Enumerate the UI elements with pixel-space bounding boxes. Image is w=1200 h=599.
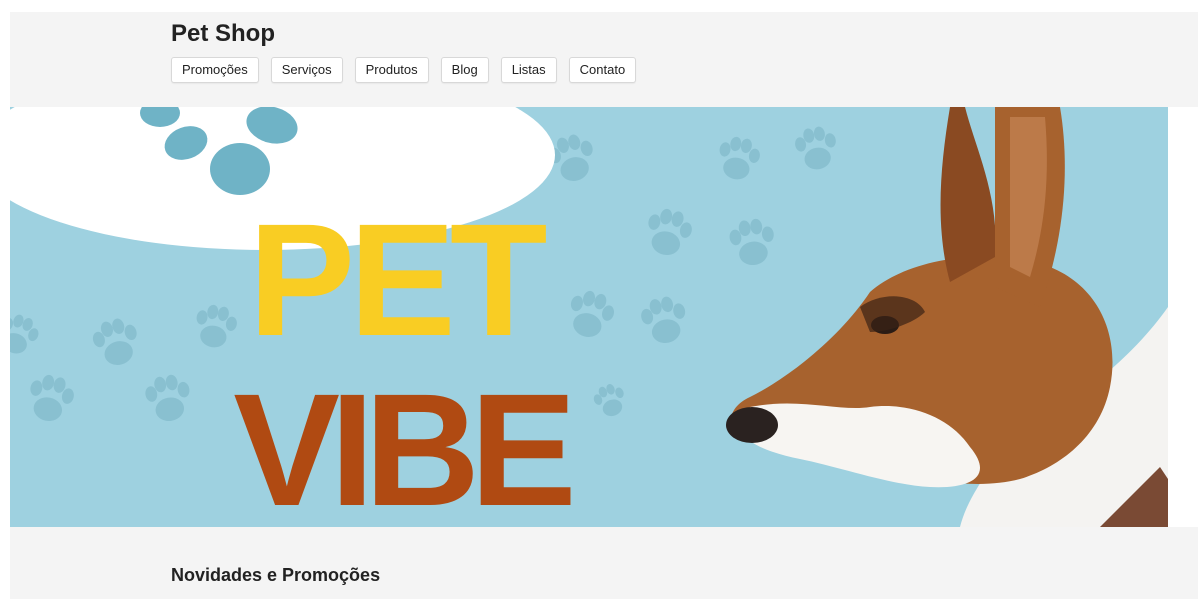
banner-text-vibe: VIBE (233, 360, 571, 527)
nav-button-servicos[interactable]: Serviços (270, 57, 343, 83)
site-title: Pet Shop (171, 20, 276, 47)
site-header: Pet Shop Promoções Serviços Produtos Blo… (10, 12, 1198, 107)
nav-button-promocoes[interactable]: Promoções (171, 57, 259, 83)
main-nav: Promoções Serviços Produtos Blog Listas … (171, 57, 637, 83)
nav-button-blog[interactable]: Blog (440, 57, 489, 83)
nav-button-listas[interactable]: Listas (500, 57, 557, 83)
page: Pet Shop Promoções Serviços Produtos Blo… (0, 0, 1200, 599)
hero-banner-image: PET VIBE (10, 107, 1168, 527)
nav-button-contato[interactable]: Contato (568, 57, 637, 83)
news-section: Novidades e Promoções (10, 527, 1198, 599)
nav-button-produtos[interactable]: Produtos (354, 57, 429, 83)
hero-banner: PET VIBE (10, 107, 1168, 527)
section-title: Novidades e Promoções (171, 565, 381, 585)
banner-text-pet: PET (248, 190, 546, 369)
